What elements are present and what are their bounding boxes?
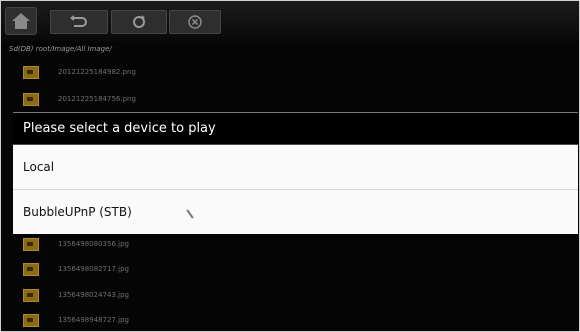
close-icon: [188, 15, 202, 29]
back-icon: [70, 15, 87, 27]
file-name: 1356498080356.jpg: [58, 240, 129, 248]
device-select-dialog: Please select a device to play Local Bub…: [13, 112, 578, 234]
device-option-bubbleupnp[interactable]: BubbleUPnP (STB): [13, 190, 578, 234]
dialog-title: Please select a device to play: [13, 112, 578, 144]
image-file-icon: [23, 289, 39, 302]
home-icon: [12, 13, 30, 29]
list-item[interactable]: 20121225184756.png: [1, 90, 579, 110]
device-option-local[interactable]: Local: [13, 145, 578, 189]
toolbar: [1, 1, 579, 41]
refresh-icon: [133, 15, 145, 28]
image-file-icon: [23, 66, 39, 79]
home-button[interactable]: [5, 7, 37, 35]
file-name: 1356498082717.jpg: [58, 265, 129, 273]
list-item[interactable]: 1356498948727.jpg: [1, 311, 579, 331]
image-file-icon: [23, 93, 39, 106]
back-button[interactable]: [50, 10, 108, 34]
file-name: 20121225184982.png: [58, 68, 136, 76]
file-name: 1356498948727.jpg: [58, 316, 129, 324]
app-window: Sd(DB) root/Image/All Image/ 20121225184…: [0, 0, 580, 332]
image-file-icon: [23, 314, 39, 327]
list-item[interactable]: 20121225184982.png: [1, 63, 579, 83]
breadcrumb: Sd(DB) root/Image/All Image/: [9, 45, 112, 53]
list-item[interactable]: 1356498080356.jpg: [1, 235, 579, 255]
image-file-icon: [23, 238, 39, 251]
file-name: 20121225184756.png: [58, 95, 136, 103]
image-file-icon: [23, 263, 39, 276]
file-name: 1356498024743.jpg: [58, 291, 129, 299]
list-item[interactable]: 1356498024743.jpg: [1, 286, 579, 306]
close-button[interactable]: [169, 10, 221, 34]
refresh-button[interactable]: [111, 10, 167, 34]
list-item[interactable]: 1356498082717.jpg: [1, 260, 579, 280]
